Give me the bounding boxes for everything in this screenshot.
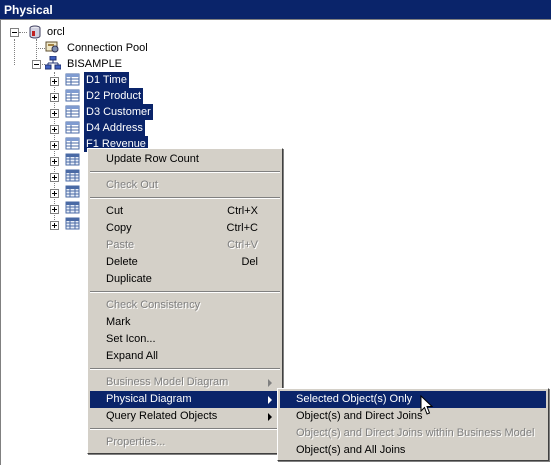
tree-connector bbox=[14, 39, 15, 65]
collapse-toggle[interactable] bbox=[10, 28, 19, 37]
tree-node-connection-pool[interactable]: Connection Pool bbox=[65, 40, 150, 56]
menu-query-related-objects[interactable]: Query Related Objects bbox=[90, 408, 280, 425]
submenu-arrow-icon bbox=[268, 396, 272, 404]
menu-label: Business Model Diagram bbox=[106, 376, 229, 388]
expand-toggle[interactable] bbox=[50, 221, 59, 230]
menu-shortcut: Ctrl+C bbox=[226, 222, 258, 234]
menu-separator bbox=[90, 428, 280, 430]
menu-label: Cut bbox=[106, 205, 124, 217]
menu-shortcut: Ctrl+V bbox=[227, 239, 258, 251]
expand-toggle[interactable] bbox=[50, 205, 59, 214]
menu-label: Physical Diagram bbox=[106, 393, 192, 405]
menu-label: Mark bbox=[106, 316, 131, 328]
physical-table-icon bbox=[65, 185, 80, 198]
tree-node-bisample[interactable]: BISAMPLE bbox=[65, 56, 124, 72]
physical-panel-header: Physical bbox=[0, 0, 551, 19]
expand-toggle[interactable] bbox=[50, 157, 59, 166]
panel-title: Physical bbox=[4, 3, 53, 17]
menu-cut[interactable]: Cut Ctrl+X bbox=[90, 203, 280, 220]
expand-toggle[interactable] bbox=[50, 93, 59, 102]
submenu-arrow-icon bbox=[268, 413, 272, 421]
alias-table-icon bbox=[65, 137, 80, 150]
alias-table-icon bbox=[65, 73, 80, 86]
menu-label: Properties... bbox=[106, 436, 166, 448]
expand-toggle[interactable] bbox=[50, 189, 59, 198]
submenu-arrow-icon bbox=[268, 379, 272, 387]
menu-copy[interactable]: Copy Ctrl+C bbox=[90, 220, 280, 237]
menu-check-consistency: Check Consistency bbox=[90, 297, 280, 314]
menu-paste: Paste Ctrl+V bbox=[90, 237, 280, 254]
submenu-all-joins[interactable]: Object(s) and All Joins bbox=[280, 442, 546, 459]
menu-label: Duplicate bbox=[106, 273, 152, 285]
menu-label: Set Icon... bbox=[106, 333, 156, 345]
menu-label: Expand All bbox=[106, 350, 158, 362]
menu-separator bbox=[90, 197, 280, 199]
alias-table-icon bbox=[65, 121, 80, 134]
tree-node-d3-customer[interactable]: D3 Customer bbox=[84, 104, 153, 120]
menu-separator bbox=[90, 171, 280, 173]
tree-node-d1-time[interactable]: D1 Time bbox=[84, 72, 129, 88]
tree-node-orcl[interactable]: orcl bbox=[45, 24, 67, 40]
menu-business-model-diagram: Business Model Diagram bbox=[90, 374, 280, 391]
alias-table-icon bbox=[65, 89, 80, 102]
menu-label: Copy bbox=[106, 222, 132, 234]
physical-diagram-submenu: Selected Object(s) Only Object(s) and Di… bbox=[277, 388, 549, 461]
expand-toggle[interactable] bbox=[50, 77, 59, 86]
connection-pool-icon bbox=[45, 41, 59, 53]
database-icon bbox=[29, 25, 41, 39]
context-menu: Update Row Count Check Out Cut Ctrl+X Cop… bbox=[87, 148, 283, 454]
physical-table-icon bbox=[65, 201, 80, 214]
physical-table-icon bbox=[65, 217, 80, 230]
menu-expand-all[interactable]: Expand All bbox=[90, 348, 280, 365]
expand-toggle[interactable] bbox=[50, 141, 59, 150]
physical-table-icon bbox=[65, 169, 80, 182]
menu-label: Delete bbox=[106, 256, 138, 268]
expand-toggle[interactable] bbox=[50, 173, 59, 182]
schema-icon bbox=[45, 56, 61, 70]
submenu-selected-objects-only[interactable]: Selected Object(s) Only bbox=[280, 391, 546, 408]
tree-node-d2-product[interactable]: D2 Product bbox=[84, 88, 144, 104]
menu-duplicate[interactable]: Duplicate bbox=[90, 271, 280, 288]
tree-connector bbox=[19, 32, 27, 33]
submenu-direct-joins[interactable]: Object(s) and Direct Joins bbox=[280, 408, 546, 425]
menu-delete[interactable]: Delete Del bbox=[90, 254, 280, 271]
menu-shortcut: Del bbox=[241, 256, 258, 268]
menu-separator bbox=[90, 368, 280, 370]
menu-label: Object(s) and Direct Joins within Busine… bbox=[296, 427, 535, 439]
menu-shortcut: Ctrl+X bbox=[227, 205, 258, 217]
menu-update-row-count[interactable]: Update Row Count bbox=[90, 151, 280, 168]
expand-toggle[interactable] bbox=[50, 125, 59, 134]
menu-set-icon[interactable]: Set Icon... bbox=[90, 331, 280, 348]
physical-table-icon bbox=[65, 153, 80, 166]
mouse-cursor-icon bbox=[420, 395, 434, 415]
menu-label: Update Row Count bbox=[106, 153, 199, 165]
menu-separator bbox=[90, 291, 280, 293]
menu-physical-diagram[interactable]: Physical Diagram bbox=[90, 391, 280, 408]
menu-label: Check Consistency bbox=[106, 299, 201, 311]
alias-table-icon bbox=[65, 105, 80, 118]
menu-label: Object(s) and All Joins bbox=[296, 444, 406, 456]
menu-label: Paste bbox=[106, 239, 135, 251]
collapse-toggle[interactable] bbox=[32, 60, 41, 69]
expand-toggle[interactable] bbox=[50, 109, 59, 118]
menu-label: Selected Object(s) Only bbox=[296, 393, 413, 405]
menu-label: Query Related Objects bbox=[106, 410, 218, 422]
menu-mark[interactable]: Mark bbox=[90, 314, 280, 331]
menu-check-out: Check Out bbox=[90, 177, 280, 194]
tree-node-d4-address[interactable]: D4 Address bbox=[84, 120, 145, 136]
tree-connector bbox=[36, 48, 45, 49]
submenu-direct-joins-business-model: Object(s) and Direct Joins within Busine… bbox=[280, 425, 546, 442]
menu-properties: Properties... bbox=[90, 434, 280, 451]
menu-label: Check Out bbox=[106, 179, 158, 191]
menu-label: Object(s) and Direct Joins bbox=[296, 410, 423, 422]
